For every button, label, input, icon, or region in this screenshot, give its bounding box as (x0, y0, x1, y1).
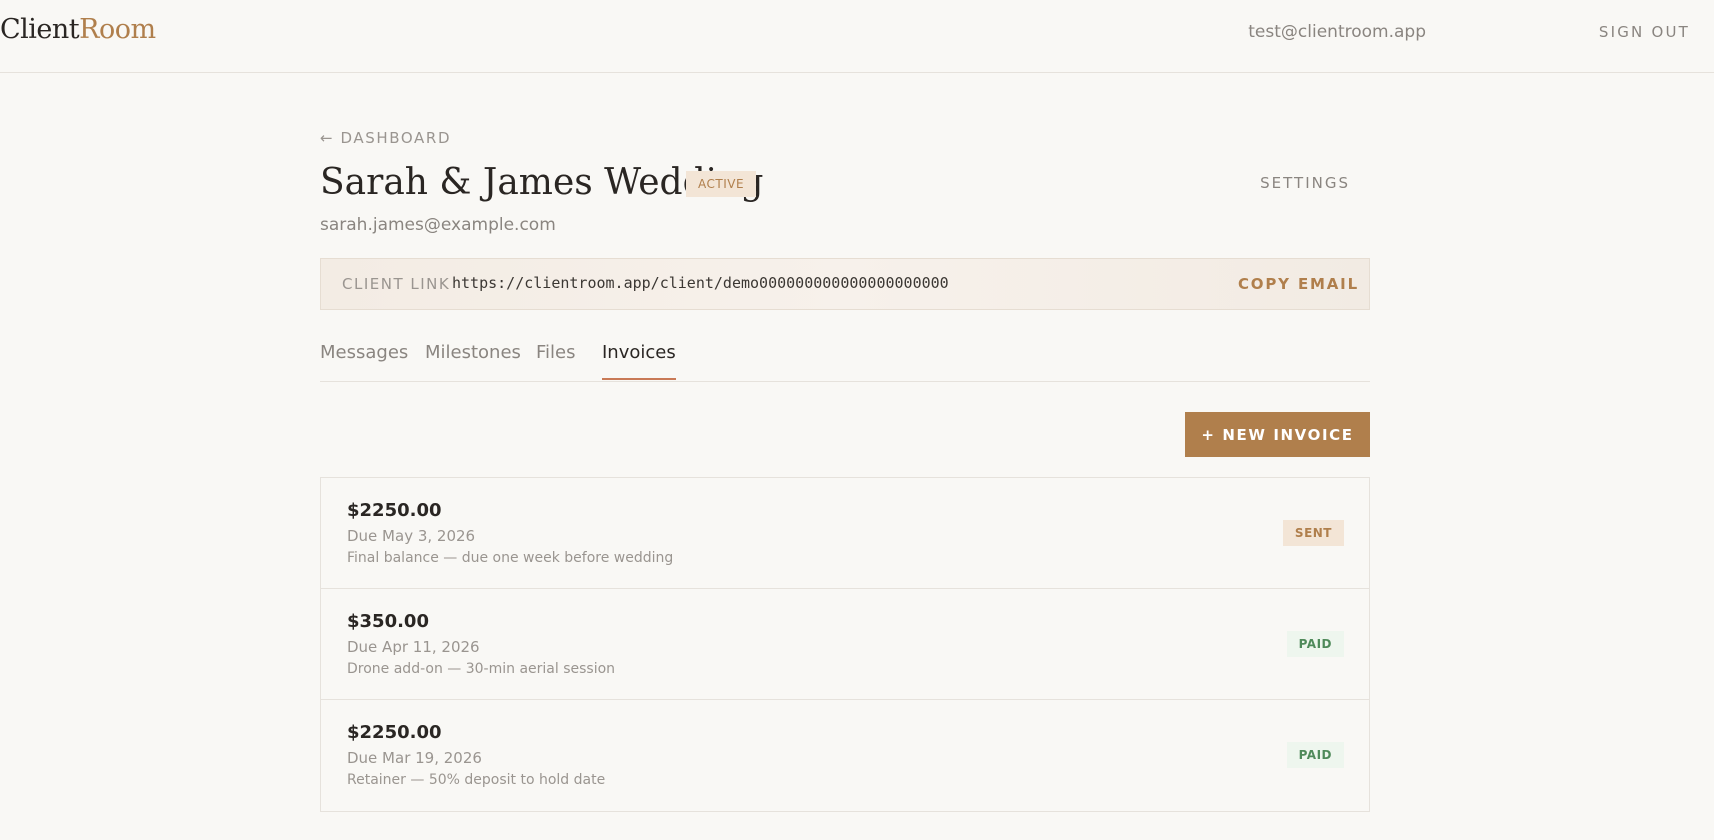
invoice-due-date: Due Mar 19, 2026 (347, 749, 482, 767)
invoice-row[interactable]: $2250.00 Due May 3, 2026 Final balance —… (321, 478, 1369, 589)
app-logo[interactable]: ClientRoom (0, 14, 156, 45)
invoice-amount: $2250.00 (347, 722, 442, 743)
invoice-status-badge: PAID (1286, 631, 1344, 657)
logo-text-room: Room (79, 14, 156, 45)
invoice-amount: $350.00 (347, 611, 429, 632)
client-link-bar: CLIENT LINK https://clientroom.app/clien… (320, 258, 1370, 310)
client-link-label: CLIENT LINK (342, 275, 451, 293)
copy-link-button[interactable]: COPY (1238, 275, 1291, 293)
email-link-button[interactable]: EMAIL (1298, 275, 1359, 293)
logo-text-client: Client (0, 14, 80, 45)
tab-messages[interactable]: Messages (320, 342, 408, 378)
current-user-email: test@clientroom.app (1248, 22, 1426, 42)
client-email: sarah.james@example.com (320, 215, 556, 235)
project-status-badge: ACTIVE (686, 171, 757, 197)
tab-milestones[interactable]: Milestones (425, 342, 521, 378)
invoice-row[interactable]: $350.00 Due Apr 11, 2026 Drone add-on — … (321, 589, 1369, 700)
new-invoice-button[interactable]: + NEW INVOICE (1185, 412, 1370, 457)
project-tabs: Messages Milestones Files Invoices (320, 340, 1370, 382)
settings-link[interactable]: SETTINGS (1260, 174, 1350, 192)
client-link-url[interactable]: https://clientroom.app/client/demo000000… (452, 274, 949, 292)
invoice-row[interactable]: $2250.00 Due Mar 19, 2026 Retainer — 50%… (321, 700, 1369, 811)
invoice-status-badge: SENT (1282, 520, 1344, 546)
back-to-dashboard-link[interactable]: ← DASHBOARD (320, 129, 451, 147)
invoice-due-date: Due Apr 11, 2026 (347, 638, 480, 656)
top-bar: ClientRoom test@clientroom.app SIGN OUT (0, 0, 1714, 73)
invoice-description: Retainer — 50% deposit to hold date (347, 772, 606, 788)
invoice-amount: $2250.00 (347, 500, 442, 521)
tab-invoices[interactable]: Invoices (602, 342, 676, 380)
invoice-due-date: Due May 3, 2026 (347, 527, 476, 545)
invoice-description: Final balance — due one week before wedd… (347, 550, 674, 566)
sign-out-link[interactable]: SIGN OUT (1599, 23, 1690, 41)
invoice-status-badge: PAID (1286, 742, 1344, 768)
invoice-list: $2250.00 Due May 3, 2026 Final balance —… (320, 477, 1370, 812)
invoice-description: Drone add-on — 30-min aerial session (347, 661, 616, 677)
tab-files[interactable]: Files (536, 342, 576, 378)
